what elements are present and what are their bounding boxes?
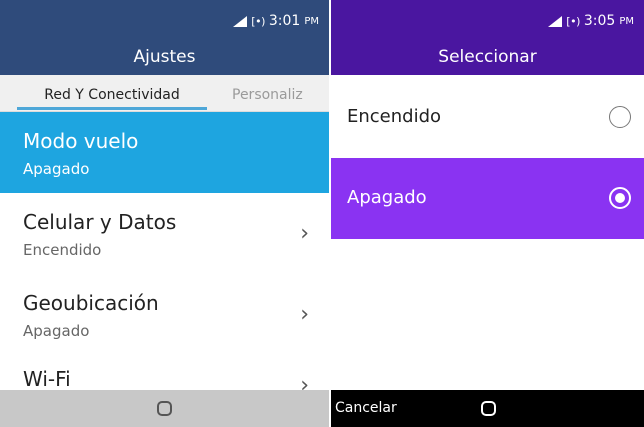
page-title: Seleccionar [438,47,537,67]
radio-dot [615,193,625,203]
settings-screen: [•) 3:01 PM Ajustes Red Y Conectividad P… [0,0,329,427]
chevron-right-icon: › [300,221,309,246]
chevron-right-icon: › [300,302,309,327]
option-label: Apagado [347,187,427,208]
cancel-softkey[interactable]: Cancelar [335,400,397,416]
signal-icon [548,15,563,27]
select-header: [•) 3:05 PM Seleccionar [331,0,644,75]
status-time: 3:01 [268,13,301,29]
status-time: 3:05 [583,13,616,29]
status-ampm: PM [619,15,634,27]
setting-value: Apagado [23,160,90,178]
option-apagado[interactable]: Apagado [331,158,644,239]
radio-selected-icon[interactable] [609,187,631,209]
softkey-bar: Cancelar [331,390,644,427]
option-label: Encendido [347,106,442,127]
status-bar: [•) 3:05 PM [331,0,644,40]
signal-icon [233,15,248,27]
setting-title: Geoubicación [23,291,159,315]
setting-value: Apagado [23,322,90,340]
setting-title: Celular y Datos [23,210,177,234]
setting-modo-vuelo[interactable]: Modo vuelo Apagado [0,112,329,193]
home-key-icon[interactable] [481,401,496,416]
softkey-bar [0,390,329,427]
settings-header: [•) 3:01 PM Ajustes [0,0,329,75]
option-encendido[interactable]: Encendido [331,77,644,158]
radio-empty-icon[interactable] [609,106,631,128]
battery-icon: [•) [566,14,580,28]
status-bar: [•) 3:01 PM [0,0,329,40]
setting-wifi[interactable]: Wi-Fi › [0,355,329,398]
active-tab-indicator [17,107,207,110]
page-title: Ajustes [133,47,196,67]
setting-celular-y-datos[interactable]: Celular y Datos Encendido › [0,193,329,274]
tab-personalizacion[interactable]: Personaliz [232,75,303,112]
home-key-icon[interactable] [157,401,172,416]
setting-value: Encendido [23,241,102,259]
battery-icon: [•) [251,14,265,28]
select-screen: [•) 3:05 PM Seleccionar Encendido Apagad… [331,0,644,427]
setting-title: Modo vuelo [23,129,139,153]
status-ampm: PM [304,15,319,27]
tab-bar: Red Y Conectividad Personaliz [0,75,329,112]
setting-geoubicacion[interactable]: Geoubicación Apagado › [0,274,329,355]
setting-title: Wi-Fi [23,367,71,391]
